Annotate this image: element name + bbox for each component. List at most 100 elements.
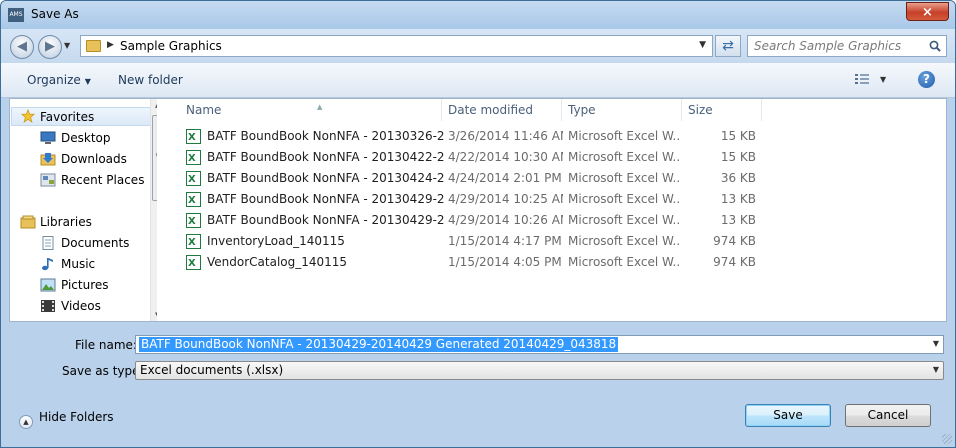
file-type: Microsoft Excel W... — [568, 171, 680, 185]
file-type: Microsoft Excel W... — [568, 150, 680, 164]
help-button[interactable]: ? — [918, 71, 935, 88]
file-type: Microsoft Excel W... — [568, 192, 680, 206]
nav-item-music[interactable]: Music — [61, 257, 95, 271]
address-bar[interactable]: ▶ Sample Graphics ▼ — [80, 35, 713, 57]
music-icon — [42, 258, 53, 271]
navigation-pane: Favorites Desktop Downloads Recent Place… — [10, 99, 157, 321]
file-name-input[interactable]: BATF BoundBook NonNFA - 20130429-2014042… — [139, 337, 619, 352]
breadcrumb-arrow-icon[interactable]: ▶ — [107, 40, 114, 50]
file-name: BATF BoundBook NonNFA - 20130326-2... — [207, 129, 445, 143]
column-header-name[interactable]: Name ▲ — [180, 99, 442, 121]
sort-ascending-icon: ▲ — [317, 103, 323, 111]
address-dropdown-icon[interactable]: ▼ — [699, 40, 706, 50]
search-input[interactable]: Search Sample Graphics — [754, 39, 901, 53]
nav-item-downloads[interactable]: Downloads — [61, 152, 127, 166]
folder-icon — [86, 40, 101, 52]
forward-arrow-icon: ▶ — [45, 39, 55, 54]
hide-folders-button[interactable]: ▲ Hide Folders — [19, 410, 114, 429]
address-row: ◀ ▶ ▼ ▶ Sample Graphics ▼ ⇄ Search Sampl… — [1, 29, 955, 63]
excel-file-icon — [186, 232, 201, 253]
file-row[interactable]: BATF BoundBook NonNFA - 20130326-2... 3/… — [186, 126, 766, 148]
file-name: InventoryLoad_140115 — [207, 234, 345, 248]
file-type: Microsoft Excel W... — [568, 255, 680, 269]
breadcrumb-current[interactable]: Sample Graphics — [120, 39, 222, 53]
save-as-type-select[interactable]: Excel documents (.xlsx) ▼ — [135, 361, 944, 380]
file-size: 15 KB — [720, 150, 756, 164]
forward-button[interactable]: ▶ — [38, 35, 62, 59]
file-name: BATF BoundBook NonNFA - 20130429-2... — [207, 213, 445, 227]
collapse-up-icon: ▲ — [19, 415, 33, 429]
file-date: 1/15/2014 4:05 PM — [448, 255, 562, 269]
file-row[interactable]: VendorCatalog_140115 1/15/2014 4:05 PM M… — [186, 252, 766, 274]
nav-item-documents[interactable]: Documents — [61, 236, 129, 250]
save-as-type-dropdown-icon[interactable]: ▼ — [933, 365, 939, 374]
pictures-icon — [40, 278, 56, 292]
nav-item-videos[interactable]: Videos — [61, 299, 101, 313]
file-size: 974 KB — [713, 234, 756, 248]
recent-locations-dropdown[interactable]: ▼ — [64, 41, 70, 50]
search-box[interactable]: Search Sample Graphics — [747, 35, 947, 57]
column-header-date[interactable]: Date modified — [442, 99, 562, 121]
window-title: Save As — [31, 7, 79, 21]
nav-item-recent-places[interactable]: Recent Places — [61, 173, 144, 187]
back-button[interactable]: ◀ — [10, 35, 34, 59]
scroll-up-icon[interactable]: ▲ — [155, 101, 157, 109]
nav-favorites-header[interactable]: Favorites — [40, 110, 94, 124]
refresh-icon: ⇄ — [722, 38, 734, 54]
command-bar: Organize ▼ New folder ▼ ? — [1, 63, 955, 98]
file-date: 3/26/2014 11:46 AM — [448, 129, 563, 143]
file-name-field[interactable]: BATF BoundBook NonNFA - 20130429-2014042… — [135, 335, 944, 354]
excel-file-icon — [186, 211, 201, 232]
view-options-icon[interactable] — [854, 73, 870, 87]
file-row[interactable]: BATF BoundBook NonNFA - 20130429-2... 4/… — [186, 189, 766, 211]
new-folder-button[interactable]: New folder — [118, 73, 183, 87]
navigation-scrollbar[interactable]: ▲ ≡ ▼ — [150, 99, 157, 321]
nav-item-pictures[interactable]: Pictures — [61, 278, 109, 292]
organize-caret-icon: ▼ — [84, 77, 91, 86]
nav-item-desktop[interactable]: Desktop — [61, 131, 111, 145]
file-size: 974 KB — [713, 255, 756, 269]
title-bar[interactable]: AMS Save As × — [1, 1, 955, 29]
favorites-star-icon — [20, 109, 36, 123]
save-button[interactable]: Save — [745, 404, 831, 427]
column-header-type[interactable]: Type — [562, 99, 682, 121]
save-as-dialog: AMS Save As × ◀ ▶ ▼ ▶ Sample Graphics ▼ … — [0, 0, 956, 448]
desktop-icon — [40, 131, 56, 144]
documents-icon — [42, 236, 54, 250]
file-date: 4/29/2014 10:25 AM — [448, 192, 563, 206]
organize-button[interactable]: Organize ▼ — [27, 73, 91, 87]
search-icon[interactable] — [929, 40, 941, 52]
hide-folders-label: Hide Folders — [39, 410, 114, 424]
resize-grip-icon[interactable] — [942, 434, 952, 444]
column-header-name-label: Name — [186, 103, 222, 117]
file-size: 36 KB — [720, 171, 756, 185]
file-size: 15 KB — [720, 129, 756, 143]
excel-file-icon — [186, 253, 201, 274]
file-row[interactable]: BATF BoundBook NonNFA - 20130422-2... 4/… — [186, 147, 766, 169]
excel-file-icon — [186, 148, 201, 169]
file-row[interactable]: InventoryLoad_140115 1/15/2014 4:17 PM M… — [186, 231, 766, 253]
file-type: Microsoft Excel W... — [568, 213, 680, 227]
file-name-dropdown-icon[interactable]: ▼ — [933, 339, 939, 348]
cancel-button[interactable]: Cancel — [845, 404, 931, 427]
column-header-size[interactable]: Size — [682, 99, 762, 121]
view-dropdown-icon[interactable]: ▼ — [880, 75, 886, 84]
file-row[interactable]: BATF BoundBook NonNFA - 20130424-2... 4/… — [186, 168, 766, 190]
downloads-icon — [40, 153, 56, 166]
videos-icon — [41, 300, 55, 312]
close-button[interactable]: × — [906, 2, 949, 21]
file-name: BATF BoundBook NonNFA - 20130422-2... — [207, 150, 445, 164]
scroll-down-icon[interactable]: ▼ — [155, 311, 157, 319]
organize-label: Organize — [27, 73, 81, 87]
file-row[interactable]: BATF BoundBook NonNFA - 20130429-2... 4/… — [186, 210, 766, 232]
file-size: 13 KB — [720, 192, 756, 206]
browser-area: Favorites Desktop Downloads Recent Place… — [9, 98, 947, 322]
nav-libraries-header[interactable]: Libraries — [40, 215, 92, 229]
file-date: 4/22/2014 10:30 AM — [448, 150, 563, 164]
refresh-button[interactable]: ⇄ — [715, 35, 741, 57]
save-as-type-label: Save as type: — [62, 364, 144, 378]
excel-file-icon — [186, 190, 201, 211]
file-type: Microsoft Excel W... — [568, 234, 680, 248]
excel-file-icon — [186, 169, 201, 190]
file-type: Microsoft Excel W... — [568, 129, 680, 143]
